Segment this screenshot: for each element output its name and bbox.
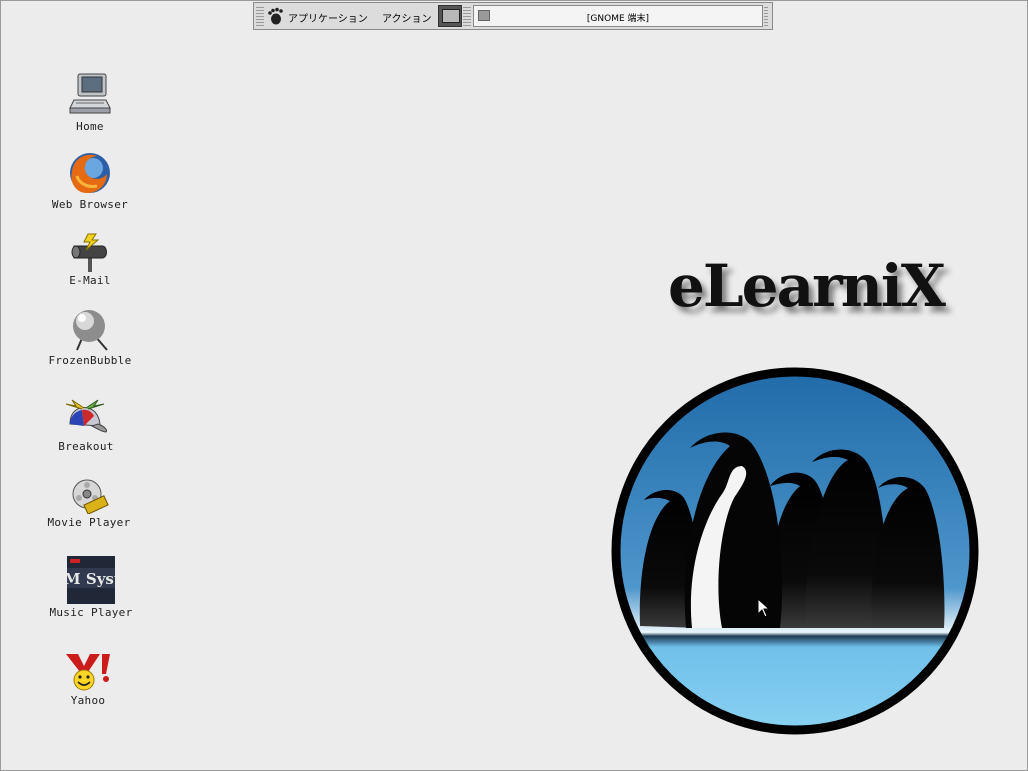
breakout-cap-icon (65, 399, 107, 433)
gnome-foot-icon[interactable] (266, 7, 284, 25)
desktop-icon-label: Breakout (58, 440, 114, 453)
computer-icon (69, 73, 111, 114)
yahoo-icon (66, 654, 110, 691)
desktop-icon-label: Music Player (49, 606, 133, 619)
panel-drag-handle[interactable] (256, 5, 264, 27)
top-panel: アプリケーション アクション [GNOME 端末] (253, 2, 773, 30)
desktop-icon-frozenbubble[interactable]: FrozenBubble (40, 306, 140, 367)
elearnix-logo-text: eLearniX (668, 252, 946, 320)
taskbar-button-label: [GNOME 端末] (586, 14, 650, 24)
desktop-icon-movie-player[interactable]: Movie Player (39, 478, 139, 529)
firefox-icon (70, 153, 110, 194)
taskbar-button-gnome-terminal[interactable]: [GNOME 端末] (473, 5, 763, 27)
desktop-icon-home[interactable]: Home (40, 72, 140, 133)
actions-menu[interactable]: アクション (382, 10, 432, 25)
desktop-icon-label: Yahoo (70, 694, 106, 707)
desktop-icon-web-browser[interactable]: Web Browser (40, 150, 140, 211)
desktop-icon-label: Web Browser (51, 198, 129, 211)
desktop-icon-yahoo[interactable]: Yahoo (38, 652, 138, 707)
mailbox-icon (71, 233, 107, 272)
film-reel-icon (72, 479, 109, 514)
terminal-icon (442, 9, 460, 23)
desktop-icon-label: FrozenBubble (48, 354, 132, 367)
desktop-icon-email[interactable]: E-Mail (40, 232, 140, 287)
desktop-icon-breakout[interactable]: Breakout (36, 396, 136, 453)
panel-end-handle (764, 5, 768, 27)
penguin-logo-circle (611, 367, 979, 735)
frozen-bubble-icon (73, 310, 108, 351)
xmms-icon: XMM System (67, 556, 115, 604)
mouse-pointer-icon (757, 598, 771, 618)
desktop-icon-label: Movie Player (47, 516, 131, 529)
desktop-icon-label: E-Mail (69, 274, 111, 287)
terminal-launcher-button[interactable] (438, 5, 462, 27)
desktop-icon-label: Home (76, 120, 104, 133)
applications-menu[interactable]: アプリケーション (288, 10, 368, 25)
panel-drag-handle-2[interactable] (463, 5, 471, 27)
xmms-icon-text: XMM System (67, 570, 115, 588)
desktop-icon-music-player[interactable]: XMM System Music Player (41, 556, 141, 619)
